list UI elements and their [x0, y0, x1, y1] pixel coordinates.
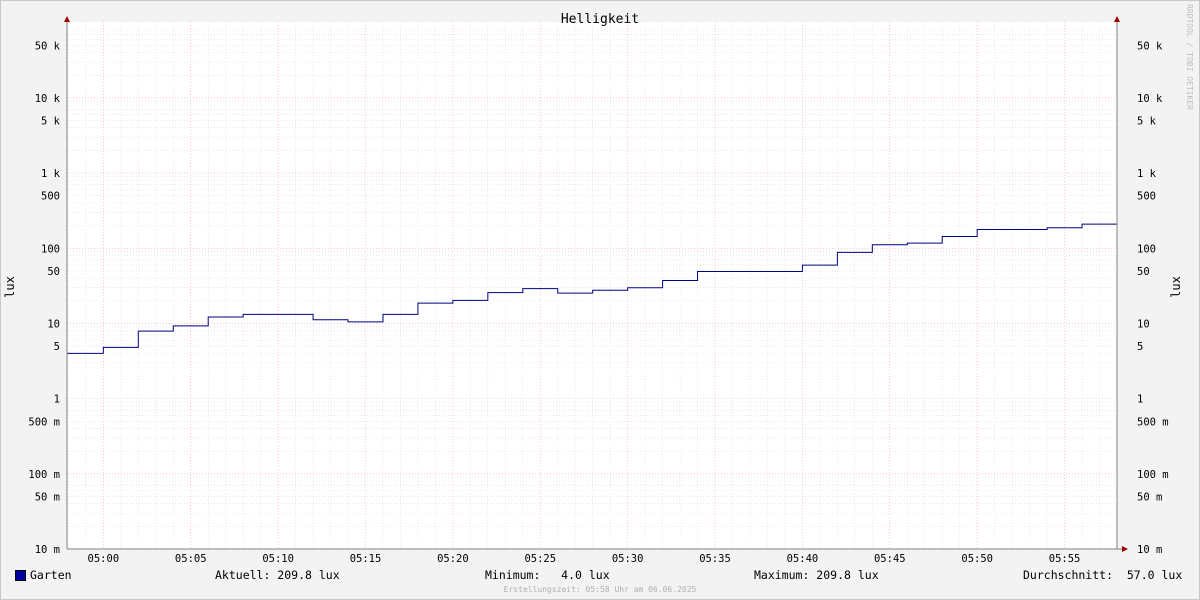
y-tick-label-left: 100	[41, 243, 60, 255]
y-tick-label-left: 5	[54, 341, 60, 353]
x-tick-label: 05:50	[961, 553, 993, 565]
x-tick-label: 05:20	[437, 553, 469, 565]
chart-title: Helligkeit	[561, 12, 639, 27]
legend-minimum: Minimum: 4.0 lux	[485, 568, 610, 582]
y-tick-label-right: 10 m	[1137, 544, 1162, 556]
x-tick-label: 05:40	[787, 553, 819, 565]
y-tick-label-left: 50 k	[35, 40, 61, 52]
x-tick-label: 05:00	[88, 553, 120, 565]
y-axis-arrow-right-icon	[1114, 16, 1120, 22]
x-tick-label: 05:05	[175, 553, 207, 565]
grid-minor	[67, 22, 1118, 549]
creation-time-footer: Erstellungszeit: 05:58 Uhr am 06.06.2025	[503, 585, 697, 594]
y-tick-label-right: 50 k	[1137, 40, 1163, 52]
y-tick-label-left: 10	[47, 318, 60, 330]
legend-average: Durchschnitt: 57.0 lux	[1023, 568, 1183, 582]
y-tick-label-right: 100 m	[1137, 469, 1169, 481]
y-axis-arrow-left-icon	[64, 16, 70, 22]
x-tick-label: 05:25	[524, 553, 556, 565]
y-tick-label-right: 10	[1137, 318, 1150, 330]
x-axis-arrow-icon	[1122, 546, 1128, 552]
y-tick-label-left: 1 k	[41, 168, 61, 180]
legend-current: Aktuell: 209.8 lux	[215, 568, 340, 582]
y-tick-label-left: 500	[41, 191, 60, 203]
y-tick-label-right: 100	[1137, 243, 1156, 255]
y-tick-label-right: 1 k	[1137, 168, 1157, 180]
y-tick-label-right: 50 m	[1137, 491, 1162, 503]
brightness-chart: 50 k 50 k10 k 10 k5 k5 k1 k1 k500 500100 100…	[3, 12, 1183, 565]
x-tick-label: 05:55	[1049, 553, 1081, 565]
y-tick-label-right: 5	[1137, 341, 1143, 353]
y-tick-label-left: 1	[54, 394, 60, 406]
y-axis-label-right: lux	[1169, 276, 1183, 298]
y-tick-label-left: 500 m	[28, 416, 60, 428]
rrdtool-watermark: RRDTOOL / TOBI OETIKER	[1185, 4, 1194, 110]
y-tick-label-left: 50	[47, 266, 60, 278]
x-tick-label: 05:45	[874, 553, 906, 565]
y-tick-label-right: 1	[1137, 394, 1143, 406]
y-axis-label-left: lux	[3, 276, 17, 298]
legend-swatch-garten	[15, 570, 26, 581]
y-tick-label-left: 100 m	[28, 469, 60, 481]
x-tick-label: 05:30	[612, 553, 644, 565]
x-tick-label: 05:15	[350, 553, 382, 565]
x-tick-label: 05:35	[699, 553, 731, 565]
y-tick-label-right: 50	[1137, 266, 1150, 278]
x-tick-label: 05:10	[262, 553, 294, 565]
y-tick-label-right: 10 k	[1137, 93, 1163, 105]
y-tick-label-left: 50 m	[35, 491, 60, 503]
y-tick-label-right: 500 m	[1137, 416, 1169, 428]
y-tick-label-right: 500	[1137, 191, 1156, 203]
legend-series-name: Garten	[30, 568, 72, 582]
y-tick-label-left: 5 k	[41, 116, 61, 128]
y-tick-label-left: 10 m	[35, 544, 60, 556]
legend-maximum: Maximum: 209.8 lux	[754, 568, 879, 582]
y-tick-label-left: 10 k	[35, 93, 61, 105]
y-tick-label-right: 5 k	[1137, 116, 1157, 128]
